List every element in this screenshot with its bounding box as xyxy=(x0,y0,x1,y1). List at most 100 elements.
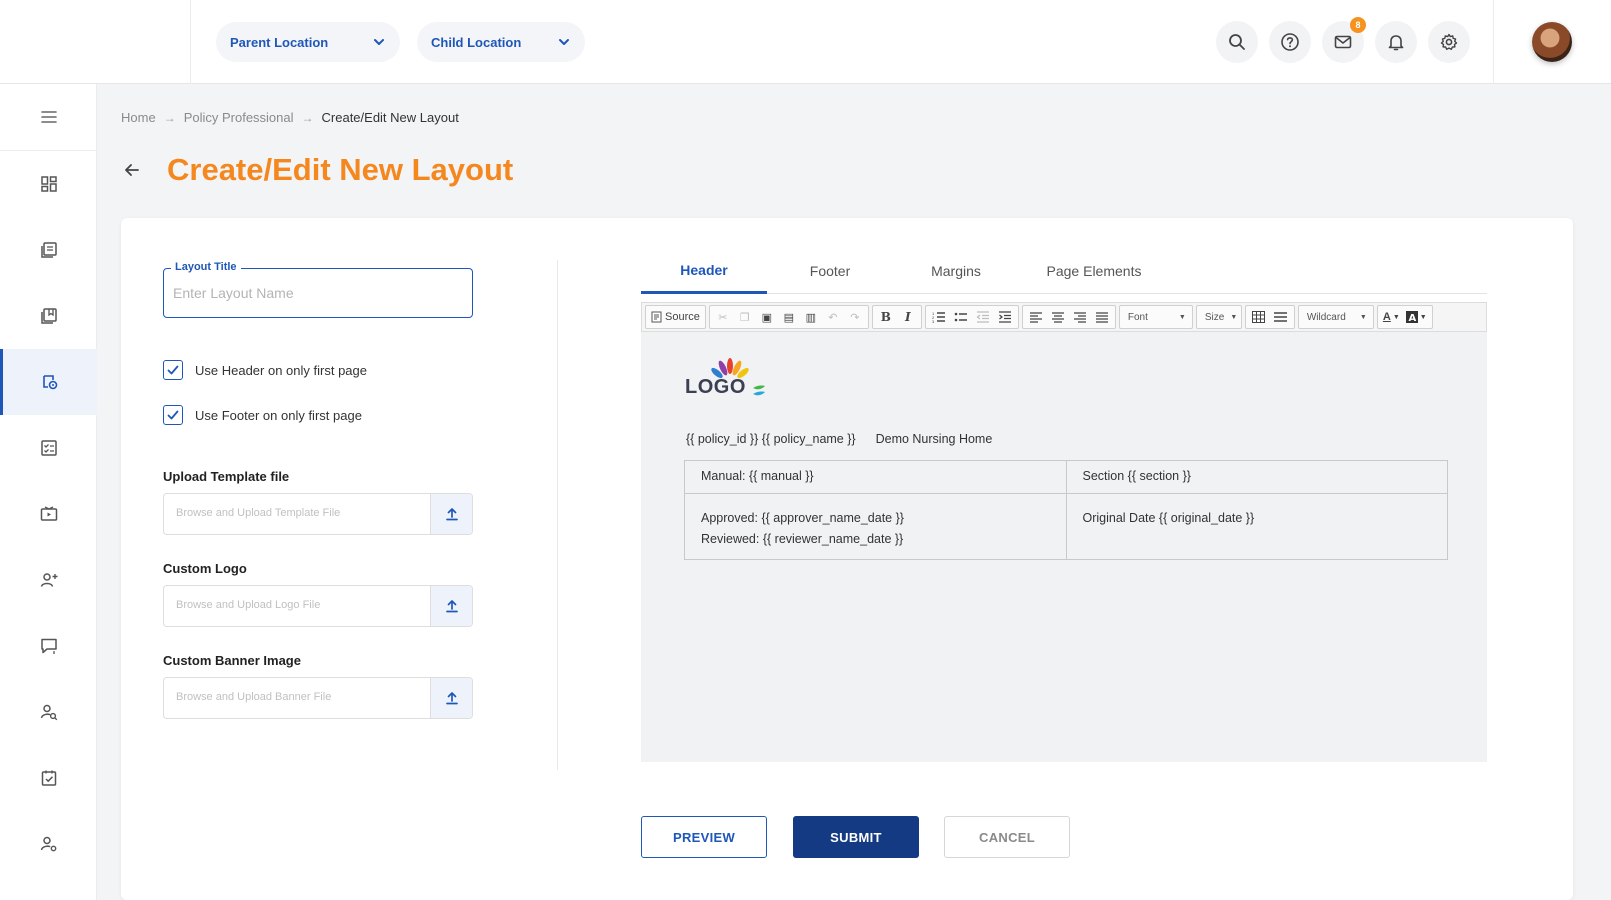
settings-button[interactable] xyxy=(1428,21,1470,63)
chat-icon xyxy=(40,638,57,654)
custom-banner-upload-button[interactable] xyxy=(430,678,472,718)
top-bar: Parent Location Child Location 8 xyxy=(0,0,1611,84)
sidebar-item-checklist[interactable] xyxy=(0,415,97,481)
submit-button[interactable]: SUBMIT xyxy=(793,816,919,858)
arrow-right-icon: → xyxy=(301,110,314,125)
user-menu[interactable] xyxy=(1493,0,1611,84)
paste-button[interactable]: ▣ xyxy=(757,307,777,327)
custom-banner-field[interactable]: Browse and Upload Banner File xyxy=(163,677,473,719)
sidebar xyxy=(0,84,97,900)
use-header-first-page-checkbox[interactable] xyxy=(163,360,183,380)
table-button[interactable] xyxy=(1249,307,1269,327)
sidebar-item-dashboard[interactable] xyxy=(0,151,97,217)
mail-button[interactable]: 8 xyxy=(1322,17,1366,63)
notifications-button[interactable] xyxy=(1375,21,1417,63)
text-color-button[interactable]: A ▼ xyxy=(1381,307,1402,327)
align-right-button[interactable] xyxy=(1070,307,1090,327)
tab-footer[interactable]: Footer xyxy=(767,248,893,294)
sidebar-item-policy-professional[interactable] xyxy=(0,349,97,415)
svg-text:A: A xyxy=(1408,313,1416,323)
wildcard-select-label: Wildcard xyxy=(1306,311,1346,323)
use-footer-first-page-checkbox[interactable] xyxy=(163,405,183,425)
italic-button[interactable]: I xyxy=(898,307,918,327)
child-location-select[interactable]: Child Location xyxy=(417,22,585,62)
upload-template-field[interactable]: Browse and Upload Template File xyxy=(163,493,473,535)
layout-title-input[interactable] xyxy=(173,281,463,305)
bold-button[interactable]: B xyxy=(876,307,896,327)
caret-down-icon: ▼ xyxy=(1230,313,1238,321)
use-header-first-page-label: Use Header on only first page xyxy=(195,362,367,378)
sidebar-menu-toggle[interactable] xyxy=(0,84,97,150)
checklist-icon xyxy=(40,440,57,456)
align-left-button[interactable] xyxy=(1026,307,1046,327)
align-center-button[interactable] xyxy=(1048,307,1068,327)
upload-icon xyxy=(445,508,458,521)
sidebar-item-documents[interactable] xyxy=(0,217,97,283)
use-footer-first-page-option[interactable]: Use Footer on only first page xyxy=(163,405,362,425)
custom-logo-upload-button[interactable] xyxy=(430,586,472,626)
breadcrumb-home[interactable]: Home xyxy=(121,110,156,125)
back-arrow-icon[interactable] xyxy=(122,160,142,180)
indent-icon xyxy=(998,311,1011,323)
horizontal-line-button[interactable] xyxy=(1271,307,1291,327)
arrow-right-icon: → xyxy=(163,110,176,125)
search-button[interactable] xyxy=(1216,21,1258,63)
undo-icon: ↶ xyxy=(828,311,838,324)
sidebar-item-user-search[interactable] xyxy=(0,679,97,745)
paste-text-button[interactable]: ▤ xyxy=(779,307,799,327)
caret-down-icon: ▼ xyxy=(1419,313,1427,321)
sidebar-item-staff[interactable] xyxy=(0,547,97,613)
sidebar-item-messages[interactable] xyxy=(0,613,97,679)
undo-button[interactable]: ↶ xyxy=(823,307,843,327)
custom-logo-label: Custom Logo xyxy=(163,561,247,576)
outdent-icon xyxy=(976,311,989,323)
sidebar-item-training[interactable] xyxy=(0,481,97,547)
font-select[interactable]: Font ▼ xyxy=(1118,305,1193,329)
align-justify-button[interactable] xyxy=(1092,307,1112,327)
numbered-list-button[interactable]: 123 xyxy=(929,307,949,327)
help-button[interactable] xyxy=(1269,21,1311,63)
rich-text-editor[interactable]: LOGO {{ policy_id }} {{ policy_name }} De… xyxy=(641,332,1487,762)
page-title: Create/Edit New Layout xyxy=(167,152,514,187)
outdent-button[interactable] xyxy=(973,307,993,327)
indent-button[interactable] xyxy=(995,307,1015,327)
avatar[interactable] xyxy=(1532,22,1572,62)
menu-icon xyxy=(40,111,57,123)
breadcrumb-policy-professional[interactable]: Policy Professional xyxy=(184,110,294,125)
tab-header[interactable]: Header xyxy=(641,248,767,294)
redo-button[interactable]: ↷ xyxy=(845,307,865,327)
sidebar-item-tasks[interactable] xyxy=(0,745,97,811)
size-select[interactable]: Size ▼ xyxy=(1195,305,1242,329)
paste-text-icon: ▤ xyxy=(783,311,795,324)
redo-icon: ↷ xyxy=(850,311,860,324)
upload-template-button[interactable] xyxy=(430,494,472,534)
wildcard-select[interactable]: Wildcard ▼ xyxy=(1297,305,1374,329)
cut-button[interactable]: ✂ xyxy=(713,307,733,327)
background-color-button[interactable]: A ▼ xyxy=(1404,307,1429,327)
size-select-label: Size xyxy=(1204,311,1225,323)
custom-logo-field[interactable]: Browse and Upload Logo File xyxy=(163,585,473,627)
user-search-icon xyxy=(40,704,57,721)
copy-button[interactable]: ❐ xyxy=(735,307,755,327)
font-select-label: Font xyxy=(1127,311,1148,323)
preview-button[interactable]: PREVIEW xyxy=(641,816,767,858)
source-button[interactable]: Source xyxy=(649,307,702,327)
tab-page-elements[interactable]: Page Elements xyxy=(1019,248,1169,294)
tab-margins[interactable]: Margins xyxy=(893,248,1019,294)
alignment-group xyxy=(1021,305,1116,329)
table-row: Manual: {{ manual }} Section {{ section … xyxy=(684,460,1448,494)
bulleted-list-button[interactable] xyxy=(951,307,971,327)
svg-text:3: 3 xyxy=(932,319,935,323)
cancel-button[interactable]: CANCEL xyxy=(944,816,1070,858)
use-header-first-page-option[interactable]: Use Header on only first page xyxy=(163,360,367,380)
sidebar-item-user-settings[interactable] xyxy=(0,811,97,877)
copy-icon: ❐ xyxy=(739,311,750,324)
scissors-icon: ✂ xyxy=(718,311,728,324)
chevron-down-icon xyxy=(374,39,384,45)
table-row: Approved: {{ approver_name_date }} Revie… xyxy=(684,493,1448,560)
sidebar-item-library[interactable] xyxy=(0,283,97,349)
paste-word-button[interactable]: ▥ xyxy=(801,307,821,327)
paste-icon: ▣ xyxy=(761,311,773,324)
parent-location-select[interactable]: Parent Location xyxy=(216,22,400,62)
use-footer-first-page-label: Use Footer on only first page xyxy=(195,407,362,423)
